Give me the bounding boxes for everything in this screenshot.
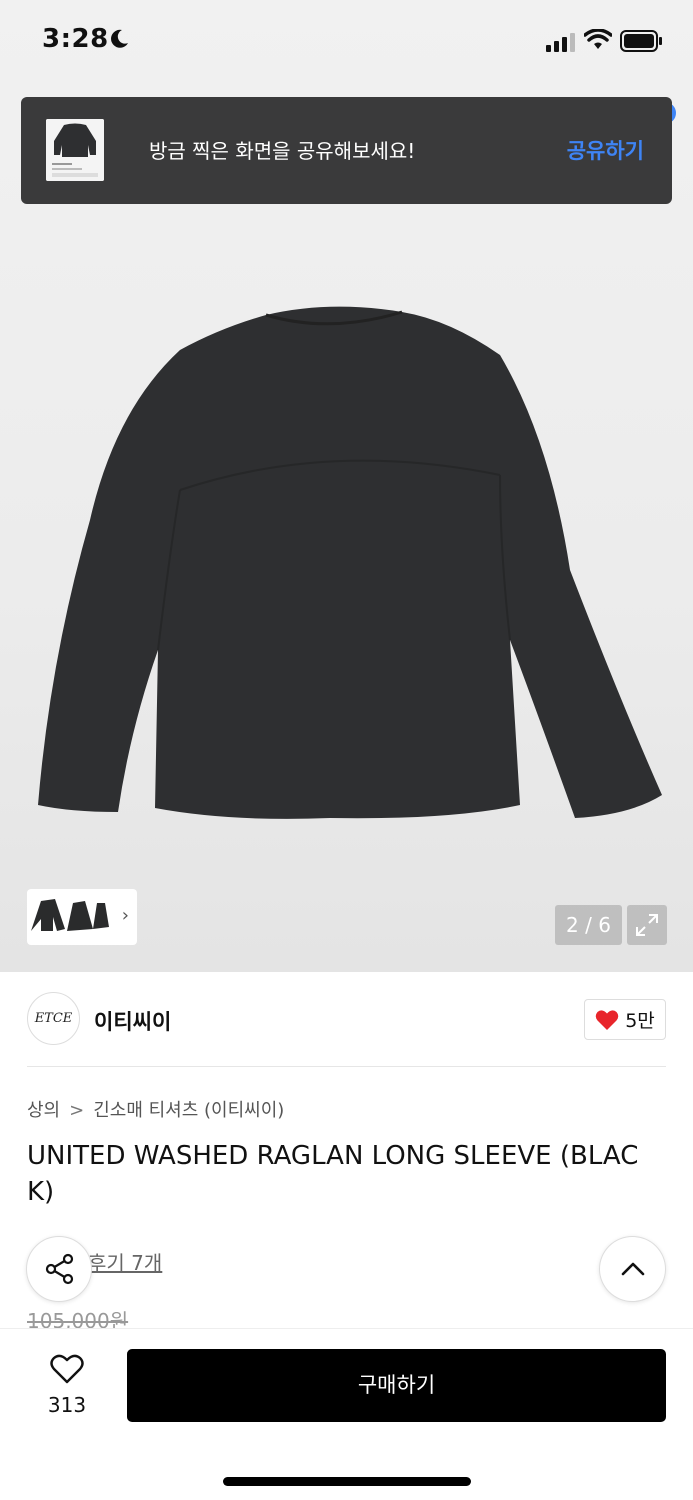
status-time: 3:28 [42, 24, 109, 54]
toast-share-button[interactable]: 공유하기 [567, 135, 644, 165]
brand-like-button[interactable]: 5만 [584, 999, 666, 1040]
buy-button[interactable]: 구매하기 [127, 1349, 666, 1422]
status-bar: 3:28 [0, 0, 693, 84]
chevron-right-icon[interactable]: › [122, 905, 129, 926]
breadcrumb-category[interactable]: 상의 [27, 1100, 60, 1121]
breadcrumb: 상의 > 긴소매 티셔츠 (이티씨이) [27, 1096, 284, 1122]
heart-outline-icon [50, 1354, 84, 1384]
product-image [38, 306, 662, 819]
image-pager: 2 / 6 [555, 905, 622, 945]
moon-icon [111, 29, 128, 48]
expand-button[interactable] [627, 905, 667, 945]
wifi-icon [584, 29, 612, 49]
brand-like-count: 5만 [625, 1010, 655, 1032]
expand-icon [636, 914, 658, 936]
thumbnail-strip[interactable]: › [27, 889, 137, 945]
signal-icon [546, 33, 575, 52]
chevron-up-icon [621, 1262, 645, 1276]
scroll-top-button[interactable] [599, 1236, 666, 1302]
share-button[interactable] [26, 1236, 92, 1302]
divider [27, 1066, 666, 1067]
heart-filled-icon [595, 1009, 619, 1030]
wishlist-count: 313 [47, 1393, 87, 1417]
screenshot-thumbnail[interactable] [46, 119, 104, 181]
reviews-link[interactable]: 후기 7개 [88, 1247, 162, 1276]
brand-logo[interactable]: ETCE [27, 992, 80, 1045]
home-indicator [223, 1477, 471, 1486]
product-image-gallery[interactable]: 3:28 방금 찍은 화면을 공유해보세요! 공유하기 › 2 / 6 [0, 0, 693, 972]
battery-icon [620, 30, 662, 52]
breadcrumb-subcategory[interactable]: 긴소매 티셔츠 (이티씨이) [93, 1100, 284, 1121]
breadcrumb-separator: > [69, 1100, 85, 1121]
share-icon [45, 1253, 74, 1285]
wishlist-button[interactable]: 313 [40, 1352, 94, 1418]
thumbnail-images [31, 899, 109, 931]
product-title: UNITED WASHED RAGLAN LONG SLEEVE (BLACK) [27, 1141, 639, 1207]
share-toast: 방금 찍은 화면을 공유해보세요! 공유하기 [21, 97, 672, 204]
brand-name[interactable]: 이티씨이 [94, 1006, 171, 1036]
toast-message: 방금 찍은 화면을 공유해보세요! [149, 139, 416, 163]
